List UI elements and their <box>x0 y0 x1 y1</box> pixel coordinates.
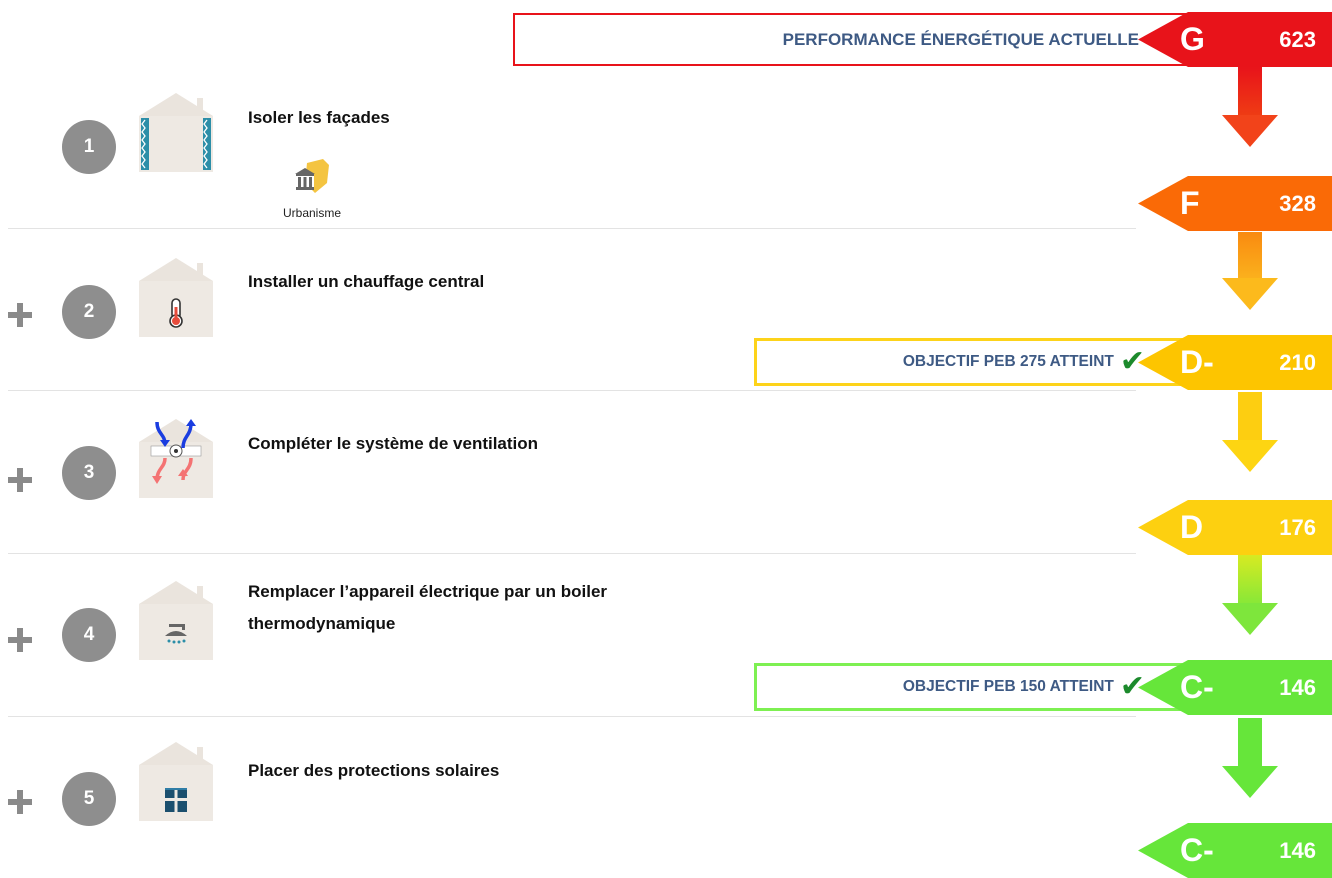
energy-value: 176 <box>1279 515 1316 540</box>
energy-grade: G <box>1180 21 1205 57</box>
current-performance-label: PERFORMANCE ÉNERGÉTIQUE ACTUELLE <box>782 29 1139 49</box>
energy-value: 210 <box>1279 350 1316 375</box>
step-number: 5 <box>62 772 116 826</box>
step-title: Isoler les façades <box>248 108 390 127</box>
energy-grade: C- <box>1180 669 1214 705</box>
energy-value: 623 <box>1279 27 1316 52</box>
ventilation-house-icon <box>139 419 213 498</box>
plus-icon <box>8 303 32 327</box>
energy-value: 328 <box>1279 191 1316 216</box>
energy-grade: D- <box>1180 344 1214 380</box>
urbanisme-label: Urbanisme <box>282 206 342 220</box>
energy-label-c-minus-final: C- 146 <box>1138 823 1332 878</box>
row-divider <box>8 390 1136 391</box>
current-performance-banner: PERFORMANCE ÉNERGÉTIQUE ACTUELLE <box>513 13 1203 66</box>
objective-text: OBJECTIF PEB 150 ATTEINT <box>902 678 1114 695</box>
objective-banner: OBJECTIF PEB 150 ATTEINT ✔ <box>754 663 1204 711</box>
energy-value: 146 <box>1279 675 1316 700</box>
down-arrow-icon <box>1222 67 1278 147</box>
energy-grade: C- <box>1180 832 1214 868</box>
energy-grade: F <box>1180 185 1200 221</box>
objective-banner: OBJECTIF PEB 275 ATTEINT ✔ <box>754 338 1204 386</box>
plus-icon <box>8 790 32 814</box>
energy-label-f: F 328 <box>1138 176 1332 231</box>
energy-label-d: D 176 <box>1138 500 1332 555</box>
facade-insulation-house-icon <box>139 93 213 172</box>
step-title: Placer des protections solaires <box>248 761 500 780</box>
window-shade-house-icon <box>139 742 213 821</box>
step-number: 3 <box>62 446 116 500</box>
energy-value: 146 <box>1279 838 1316 863</box>
step-title: Remplacer l’appareil électrique par un b… <box>248 582 608 633</box>
energy-grade: D <box>1180 509 1204 545</box>
step-number: 1 <box>62 120 116 174</box>
row-divider <box>8 553 1136 554</box>
plus-icon <box>8 628 32 652</box>
step-number: 2 <box>62 285 116 339</box>
urbanisme-building-icon <box>295 159 329 193</box>
step-number: 4 <box>62 608 116 662</box>
row-divider <box>8 228 1136 229</box>
step-title: Installer un chauffage central <box>248 272 485 291</box>
step-title: Compléter le système de ventilation <box>248 434 539 453</box>
down-arrow-icon <box>1222 718 1278 798</box>
row-divider <box>8 716 1136 717</box>
thermometer-house-icon <box>139 258 213 337</box>
shower-house-icon <box>139 581 213 660</box>
down-arrow-icon <box>1222 232 1278 310</box>
objective-text: OBJECTIF PEB 275 ATTEINT <box>902 353 1114 370</box>
down-arrow-icon <box>1222 555 1278 635</box>
down-arrow-icon <box>1222 392 1278 472</box>
plus-icon <box>8 468 32 492</box>
